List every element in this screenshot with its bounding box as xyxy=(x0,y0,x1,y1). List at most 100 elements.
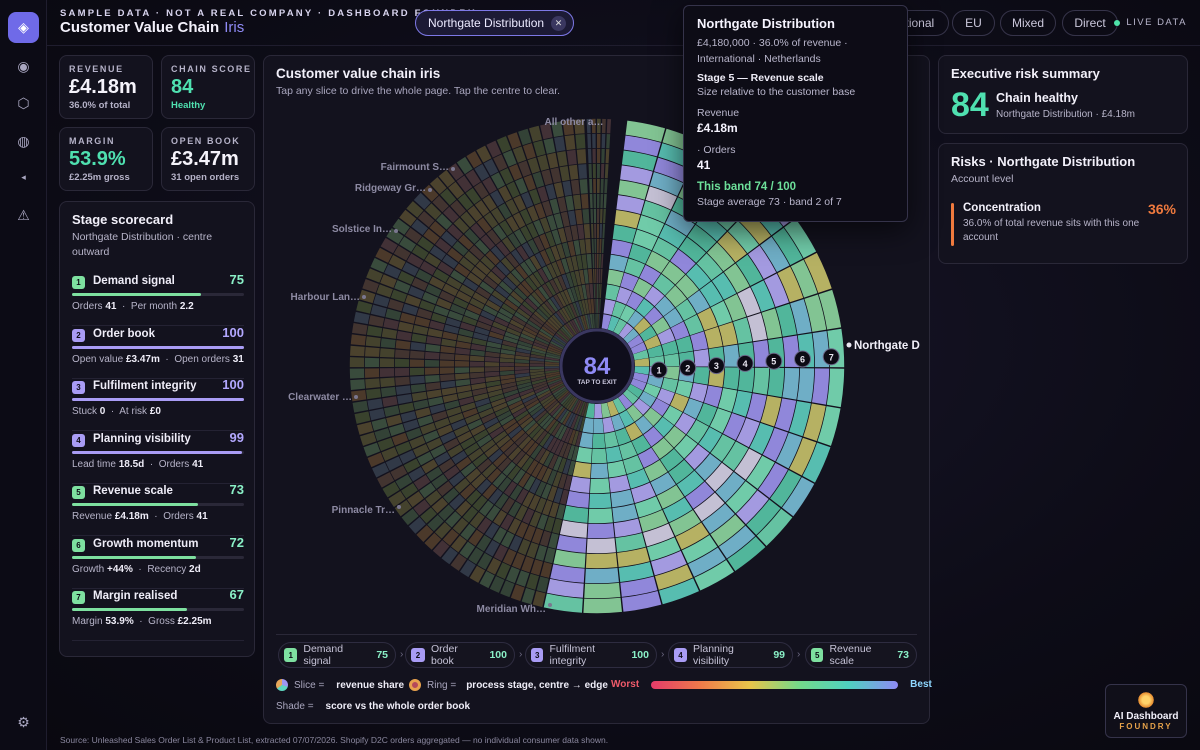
iris-cell[interactable] xyxy=(425,382,441,391)
iris-cell[interactable] xyxy=(578,164,588,179)
iris-cell[interactable] xyxy=(379,368,395,378)
iris-cell[interactable] xyxy=(594,268,597,284)
iris-cell[interactable] xyxy=(580,194,589,209)
iris-cell[interactable] xyxy=(588,163,592,179)
stage-row[interactable]: 6 Growth momentum 72 Growth +44% · Recency … xyxy=(72,535,244,589)
iris-cell[interactable] xyxy=(782,368,800,400)
iris-cell[interactable] xyxy=(394,349,410,359)
iris-cell[interactable] xyxy=(593,283,596,299)
iris-cell[interactable] xyxy=(484,356,500,362)
active-filter-pill[interactable]: Northgate Distribution ✕ xyxy=(415,10,574,36)
iris-cell[interactable] xyxy=(394,367,410,377)
iris-cell[interactable] xyxy=(594,223,597,239)
kpi-open-book[interactable]: OPEN BOOK £3.47m 31 open orders xyxy=(161,127,255,191)
iris-cell[interactable] xyxy=(595,298,597,314)
iris-cell[interactable] xyxy=(411,391,428,402)
iris-cell[interactable] xyxy=(562,180,572,196)
iris-cell[interactable] xyxy=(591,223,594,239)
stage-row[interactable]: 1 Demand signal 75 Orders 41 · Per month 2.… xyxy=(72,272,244,326)
iris-cell[interactable] xyxy=(594,313,596,329)
iris-cell[interactable] xyxy=(364,357,380,368)
iris-cell[interactable] xyxy=(591,238,594,254)
iris-cell[interactable] xyxy=(566,149,577,165)
iris-cell[interactable] xyxy=(723,367,740,390)
iris-cell[interactable] xyxy=(470,349,485,357)
iris-cell[interactable] xyxy=(589,493,612,509)
iris-cell[interactable] xyxy=(484,371,500,377)
iris-cell[interactable] xyxy=(597,223,600,239)
slice-label[interactable]: Fairmount S… xyxy=(381,162,449,173)
legend-chip-stage[interactable]: 5 Revenue scale 73 xyxy=(805,642,917,668)
iris-cell[interactable] xyxy=(597,163,601,179)
iris-cell[interactable] xyxy=(597,193,600,209)
iris-cell[interactable] xyxy=(591,448,607,464)
filter-pill-eu[interactable]: EU xyxy=(952,10,995,36)
iris-cell[interactable] xyxy=(529,125,543,142)
iris-cell[interactable] xyxy=(592,148,596,164)
iris-cell[interactable] xyxy=(470,372,485,379)
stage-row[interactable]: 2 Order book 100 Open value £3.47m · Open o… xyxy=(72,325,244,379)
iris-cell[interactable] xyxy=(379,348,395,358)
iris-cell[interactable] xyxy=(592,133,596,149)
iris-cell[interactable] xyxy=(550,167,562,184)
iris-cell[interactable] xyxy=(559,520,588,538)
hexagon-icon[interactable]: ⬡ xyxy=(8,88,39,119)
iris-cell[interactable] xyxy=(590,208,594,224)
dashboard-icon[interactable]: ◈ xyxy=(8,12,39,43)
iris-cell[interactable] xyxy=(396,330,412,341)
iris-cell[interactable] xyxy=(410,342,426,351)
iris-cell[interactable] xyxy=(424,367,440,375)
iris-cell[interactable] xyxy=(350,345,365,357)
iris-cell[interactable] xyxy=(395,376,410,386)
iris-cell[interactable] xyxy=(366,388,382,400)
iris-cell[interactable] xyxy=(610,239,633,258)
iris-cell[interactable] xyxy=(381,328,398,339)
iris-cell[interactable] xyxy=(582,209,590,224)
iris-cell[interactable] xyxy=(575,209,583,225)
settings-icon[interactable]: ⚙ xyxy=(8,707,39,738)
iris-cell[interactable] xyxy=(576,447,592,464)
iris-cell[interactable] xyxy=(368,315,385,327)
iris-cell[interactable] xyxy=(559,165,570,182)
iris-cell[interactable] xyxy=(536,576,549,593)
iris-cell[interactable] xyxy=(592,253,595,269)
iris-cell[interactable] xyxy=(590,463,609,479)
stage-row[interactable]: 4 Planning visibility 99 Lead time 18.5d · … xyxy=(72,430,244,484)
iris-cell[interactable] xyxy=(366,325,383,337)
iris-cell[interactable] xyxy=(573,194,582,210)
iris-cell[interactable] xyxy=(455,373,470,380)
iris-cell[interactable] xyxy=(409,350,425,359)
iris-cell[interactable] xyxy=(752,367,770,395)
iris-cell[interactable] xyxy=(597,298,599,314)
iris-cell[interactable] xyxy=(570,179,580,195)
iris-cell[interactable] xyxy=(586,253,592,269)
iris-cell[interactable] xyxy=(394,358,410,367)
iris-cell[interactable] xyxy=(826,368,845,408)
iris-cell[interactable] xyxy=(604,178,608,194)
iris-cell[interactable] xyxy=(469,355,485,362)
iris-cell[interactable] xyxy=(349,357,365,368)
iris-cell[interactable] xyxy=(599,298,601,314)
iris-cell[interactable] xyxy=(440,380,456,389)
iris-cell[interactable] xyxy=(424,359,440,367)
iris-cell[interactable] xyxy=(440,374,455,382)
iris-cell[interactable] xyxy=(593,418,604,434)
iris-cell[interactable] xyxy=(395,385,411,395)
iris-cell[interactable] xyxy=(598,313,600,329)
iris-cell[interactable] xyxy=(577,224,585,240)
iris-cell[interactable] xyxy=(583,223,591,239)
filter-pill-mixed[interactable]: Mixed xyxy=(1000,10,1056,36)
iris-cell[interactable] xyxy=(605,148,610,164)
iris-cell[interactable] xyxy=(592,268,595,284)
iris-cell[interactable] xyxy=(597,148,601,164)
iris-cell[interactable] xyxy=(354,411,371,424)
iris-cell[interactable] xyxy=(600,193,604,209)
iris-cell[interactable] xyxy=(811,368,830,405)
iris-cell[interactable] xyxy=(598,283,600,299)
iris-cell[interactable] xyxy=(350,334,366,346)
iris-cell[interactable] xyxy=(440,345,456,354)
iris-cell[interactable] xyxy=(569,476,591,493)
iris-cell[interactable] xyxy=(598,268,601,284)
iris-cell[interactable] xyxy=(563,505,589,523)
legend-chip-stage[interactable]: 1 Demand signal 75 xyxy=(278,642,396,668)
